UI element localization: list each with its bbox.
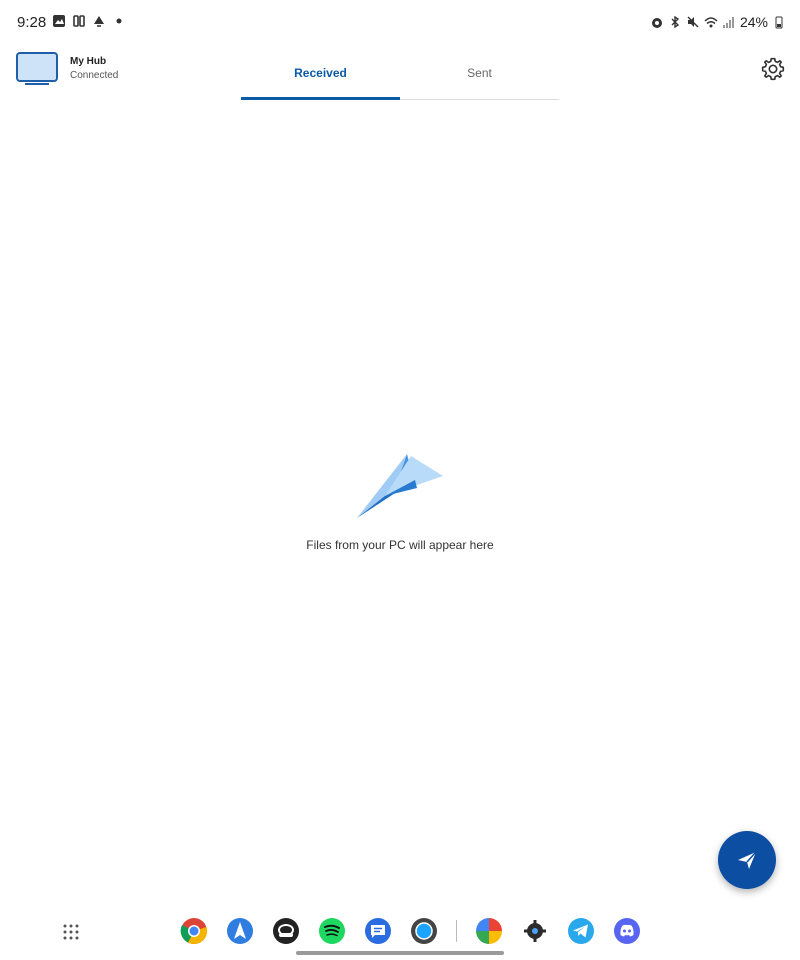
signal-icon [722,17,734,28]
settings-gear-icon[interactable] [760,56,786,82]
header: My Hub Connected Received Sent [0,46,800,102]
telegram-icon[interactable] [567,917,595,945]
device-info[interactable]: My Hub Connected [16,52,118,86]
chrome-icon[interactable] [180,917,208,945]
send-files-button[interactable] [718,831,776,889]
gallery-icon [53,15,65,27]
paper-plane-illustration-icon [357,454,443,518]
tab-received[interactable]: Received [241,46,400,100]
app-dock [0,910,800,950]
messages-icon[interactable] [364,917,392,945]
gesture-navigation-handle[interactable] [296,951,504,955]
dock-divider [456,920,457,942]
battery-percent: 24% [739,14,768,30]
send-icon [738,851,757,869]
status-time: 9:28 [17,14,47,31]
mute-icon [687,16,699,28]
notification-icon [94,16,104,27]
monitor-icon [16,52,58,85]
camera-icon[interactable] [410,917,438,945]
alarm-icon [651,18,662,28]
bluetooth-icon [671,15,680,29]
messenger-icon[interactable] [272,917,300,945]
assistant-icon[interactable] [475,917,503,945]
battery-icon [775,16,783,29]
device-status: Connected [70,70,119,81]
navigation-icon[interactable] [226,917,254,945]
dot-icon [116,18,122,24]
wifi-icon [704,17,718,28]
discord-icon[interactable] [613,917,641,945]
status-bar: 9:28 24% [0,0,800,46]
app-drawer-icon[interactable] [62,923,80,941]
device-name: My Hub [70,56,107,67]
settings-icon[interactable] [521,917,549,945]
empty-state: Files from your PC will appear here [0,448,800,552]
spotify-icon[interactable] [318,917,346,945]
screen-cast-icon [73,15,85,27]
empty-state-message: Files from your PC will appear here [306,538,494,552]
tab-bar: Received Sent [241,46,559,100]
tab-sent[interactable]: Sent [400,46,559,99]
